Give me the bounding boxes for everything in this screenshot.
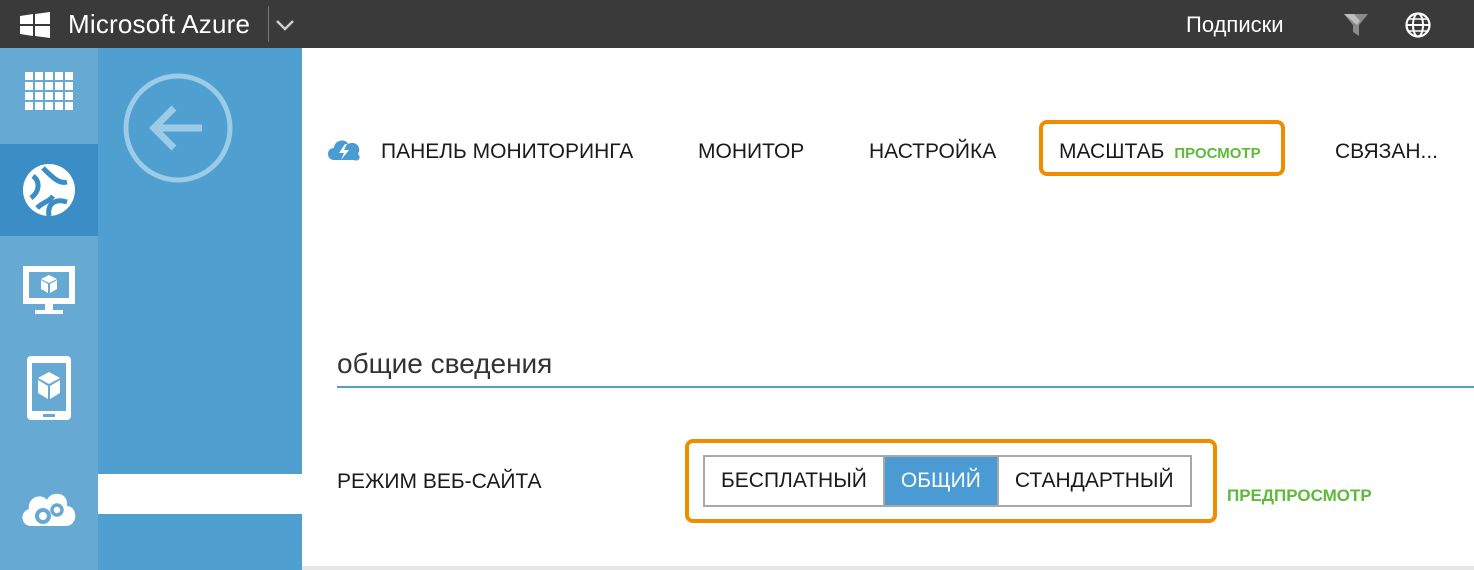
mode-option-shared[interactable]: ОБЩИЙ [882, 457, 997, 505]
web-site-mode-selector: БЕСПЛАТНЫЙ ОБЩИЙ СТАНДАРТНЫЙ [703, 455, 1192, 507]
mode-option-free[interactable]: БЕСПЛАТНЫЙ [705, 457, 883, 505]
filter-icon[interactable] [1342, 12, 1370, 38]
panel-selected-item[interactable] [98, 474, 302, 514]
rail-item-web-sites[interactable] [0, 144, 98, 236]
tab-scale[interactable]: МАСШТАБ ПРОСМОТР [1059, 136, 1261, 170]
app-title: Microsoft Azure [68, 9, 251, 39]
top-bar: Microsoft Azure Подписки [0, 0, 1474, 48]
tab-scale-label: МАСШТАБ [1059, 140, 1165, 163]
rail-item-all-items[interactable] [0, 48, 98, 140]
section-title: общие сведения [337, 348, 553, 379]
cloud-services-icon [22, 493, 76, 526]
web-sites-globe-icon [23, 164, 75, 217]
mobile-services-icon [27, 356, 71, 420]
rail-item-virtual-machines[interactable] [0, 244, 98, 336]
left-nav-rail [0, 48, 98, 570]
title-divider [268, 6, 269, 42]
all-items-grid-icon [25, 72, 73, 110]
chevron-down-icon[interactable] [274, 14, 296, 36]
mode-option-standard[interactable]: СТАНДАРТНЫЙ [996, 457, 1190, 505]
back-arrow-icon[interactable] [122, 72, 234, 184]
web-site-mode-label: РЕЖИМ ВЕБ-САЙТА [337, 470, 542, 493]
subscriptions-link[interactable]: Подписки [1186, 12, 1284, 38]
tab-dashboard[interactable]: ПАНЕЛЬ МОНИТОРИНГА [381, 136, 633, 168]
mode-preview-badge: ПРЕДПРОСМОТР [1227, 486, 1372, 505]
tab-linked-resources[interactable]: СВЯЗАН... [1335, 136, 1438, 168]
rail-item-mobile-services[interactable] [0, 342, 98, 434]
scale-preview-badge: ПРОСМОТР [1174, 145, 1261, 162]
virtual-machines-icon [23, 266, 75, 314]
tab-configure[interactable]: НАСТРОЙКА [869, 136, 996, 168]
cloud-bolt-icon [328, 140, 360, 161]
rail-item-cloud-services[interactable] [0, 462, 98, 554]
main-content: ПАНЕЛЬ МОНИТОРИНГА МОНИТОР НАСТРОЙКА МАС… [302, 48, 1474, 570]
windows-logo-icon[interactable] [20, 12, 50, 38]
tab-monitor[interactable]: МОНИТОР [698, 136, 804, 168]
section-divider [337, 386, 1474, 388]
globe-icon[interactable] [1404, 11, 1432, 39]
secondary-panel [98, 48, 302, 570]
content-bottom-border [302, 566, 1474, 570]
